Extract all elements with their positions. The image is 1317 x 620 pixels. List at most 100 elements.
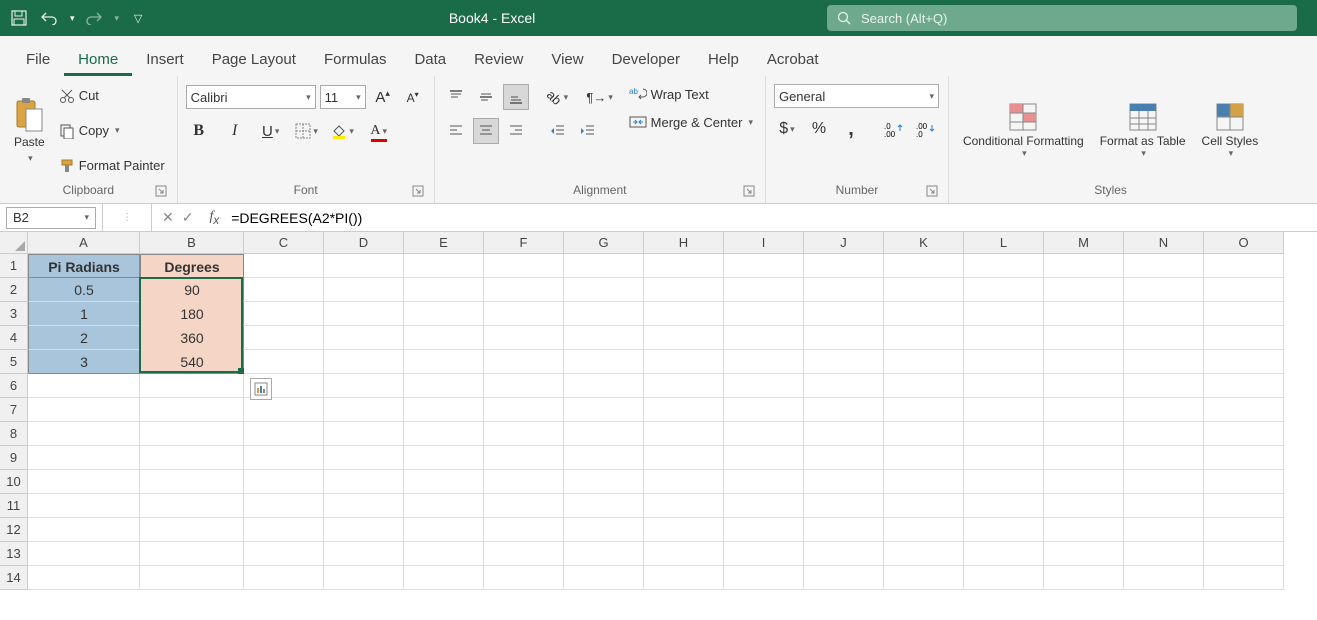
align-center-button[interactable] <box>473 118 499 144</box>
undo-dropdown[interactable]: ▾ <box>70 13 75 24</box>
tab-file[interactable]: File <box>12 43 64 76</box>
cell-A7[interactable] <box>28 398 140 422</box>
cell-I13[interactable] <box>724 542 804 566</box>
increase-decimal-button[interactable]: .0.00 <box>882 116 908 142</box>
cell-K9[interactable] <box>884 446 964 470</box>
cell-O5[interactable] <box>1204 350 1284 374</box>
cell-J2[interactable] <box>804 278 884 302</box>
cell-B5[interactable]: 540 <box>140 350 244 374</box>
cell-O14[interactable] <box>1204 566 1284 590</box>
font-color-button[interactable]: A▾ <box>366 118 392 144</box>
cell-I1[interactable] <box>724 254 804 278</box>
enter-formula-button[interactable]: ✓ <box>182 209 194 226</box>
cell-O13[interactable] <box>1204 542 1284 566</box>
cell-M5[interactable] <box>1044 350 1124 374</box>
cell-H5[interactable] <box>644 350 724 374</box>
cell-E4[interactable] <box>404 326 484 350</box>
cancel-formula-button[interactable]: ✕ <box>162 209 174 226</box>
cell-C1[interactable] <box>244 254 324 278</box>
cell-O1[interactable] <box>1204 254 1284 278</box>
cell-N13[interactable] <box>1124 542 1204 566</box>
cell-H1[interactable] <box>644 254 724 278</box>
cell-D9[interactable] <box>324 446 404 470</box>
fill-color-button[interactable]: ▾ <box>330 118 356 144</box>
cell-B13[interactable] <box>140 542 244 566</box>
cell-K8[interactable] <box>884 422 964 446</box>
tab-data[interactable]: Data <box>400 43 460 76</box>
cell-A11[interactable] <box>28 494 140 518</box>
cell-E6[interactable] <box>404 374 484 398</box>
cell-G5[interactable] <box>564 350 644 374</box>
column-header-E[interactable]: E <box>404 232 484 254</box>
align-bottom-button[interactable] <box>503 84 529 110</box>
cell-I11[interactable] <box>724 494 804 518</box>
increase-indent-button[interactable] <box>575 118 601 144</box>
increase-font-button[interactable]: A▴ <box>370 84 396 110</box>
cell-D14[interactable] <box>324 566 404 590</box>
cell-F1[interactable] <box>484 254 564 278</box>
cell-J8[interactable] <box>804 422 884 446</box>
cell-B3[interactable]: 180 <box>140 302 244 326</box>
cell-A5[interactable]: 3 <box>28 350 140 374</box>
cell-I5[interactable] <box>724 350 804 374</box>
cell-A8[interactable] <box>28 422 140 446</box>
decrease-indent-button[interactable] <box>545 118 571 144</box>
cell-I6[interactable] <box>724 374 804 398</box>
tab-help[interactable]: Help <box>694 43 753 76</box>
cell-L8[interactable] <box>964 422 1044 446</box>
cell-M10[interactable] <box>1044 470 1124 494</box>
underline-button[interactable]: U▾ <box>258 118 284 144</box>
cell-C7[interactable] <box>244 398 324 422</box>
cell-H11[interactable] <box>644 494 724 518</box>
cell-B2[interactable]: 90 <box>140 278 244 302</box>
cell-N3[interactable] <box>1124 302 1204 326</box>
cell-F7[interactable] <box>484 398 564 422</box>
cell-K3[interactable] <box>884 302 964 326</box>
cell-C8[interactable] <box>244 422 324 446</box>
cell-C4[interactable] <box>244 326 324 350</box>
redo-dropdown[interactable]: ▾ <box>115 13 120 24</box>
cell-N12[interactable] <box>1124 518 1204 542</box>
row-header-4[interactable]: 4 <box>0 326 28 350</box>
cell-A3[interactable]: 1 <box>28 302 140 326</box>
cell-L1[interactable] <box>964 254 1044 278</box>
search-input[interactable] <box>861 11 1287 26</box>
cell-G4[interactable] <box>564 326 644 350</box>
column-header-H[interactable]: H <box>644 232 724 254</box>
cell-G12[interactable] <box>564 518 644 542</box>
column-header-G[interactable]: G <box>564 232 644 254</box>
cell-E10[interactable] <box>404 470 484 494</box>
italic-button[interactable]: I <box>222 118 248 144</box>
dialog-launcher-icon[interactable] <box>926 185 938 197</box>
cell-A12[interactable] <box>28 518 140 542</box>
save-button[interactable] <box>8 7 30 29</box>
cell-N1[interactable] <box>1124 254 1204 278</box>
format-painter-button[interactable]: Format Painter <box>55 156 169 176</box>
cell-H4[interactable] <box>644 326 724 350</box>
cell-J10[interactable] <box>804 470 884 494</box>
cell-F4[interactable] <box>484 326 564 350</box>
cell-O3[interactable] <box>1204 302 1284 326</box>
insert-function-extra[interactable]: ⋮ <box>122 212 132 223</box>
dialog-launcher-icon[interactable] <box>412 185 424 197</box>
cell-I2[interactable] <box>724 278 804 302</box>
column-header-K[interactable]: K <box>884 232 964 254</box>
cell-O9[interactable] <box>1204 446 1284 470</box>
cell-F14[interactable] <box>484 566 564 590</box>
cell-D6[interactable] <box>324 374 404 398</box>
cell-E11[interactable] <box>404 494 484 518</box>
bold-button[interactable]: B <box>186 118 212 144</box>
tab-review[interactable]: Review <box>460 43 537 76</box>
cell-D1[interactable] <box>324 254 404 278</box>
cell-F12[interactable] <box>484 518 564 542</box>
cell-O4[interactable] <box>1204 326 1284 350</box>
cell-A6[interactable] <box>28 374 140 398</box>
cell-K11[interactable] <box>884 494 964 518</box>
cell-F2[interactable] <box>484 278 564 302</box>
cell-L9[interactable] <box>964 446 1044 470</box>
cell-J13[interactable] <box>804 542 884 566</box>
cell-F3[interactable] <box>484 302 564 326</box>
cell-H6[interactable] <box>644 374 724 398</box>
cell-N4[interactable] <box>1124 326 1204 350</box>
decrease-decimal-button[interactable]: .00.0 <box>914 116 940 142</box>
